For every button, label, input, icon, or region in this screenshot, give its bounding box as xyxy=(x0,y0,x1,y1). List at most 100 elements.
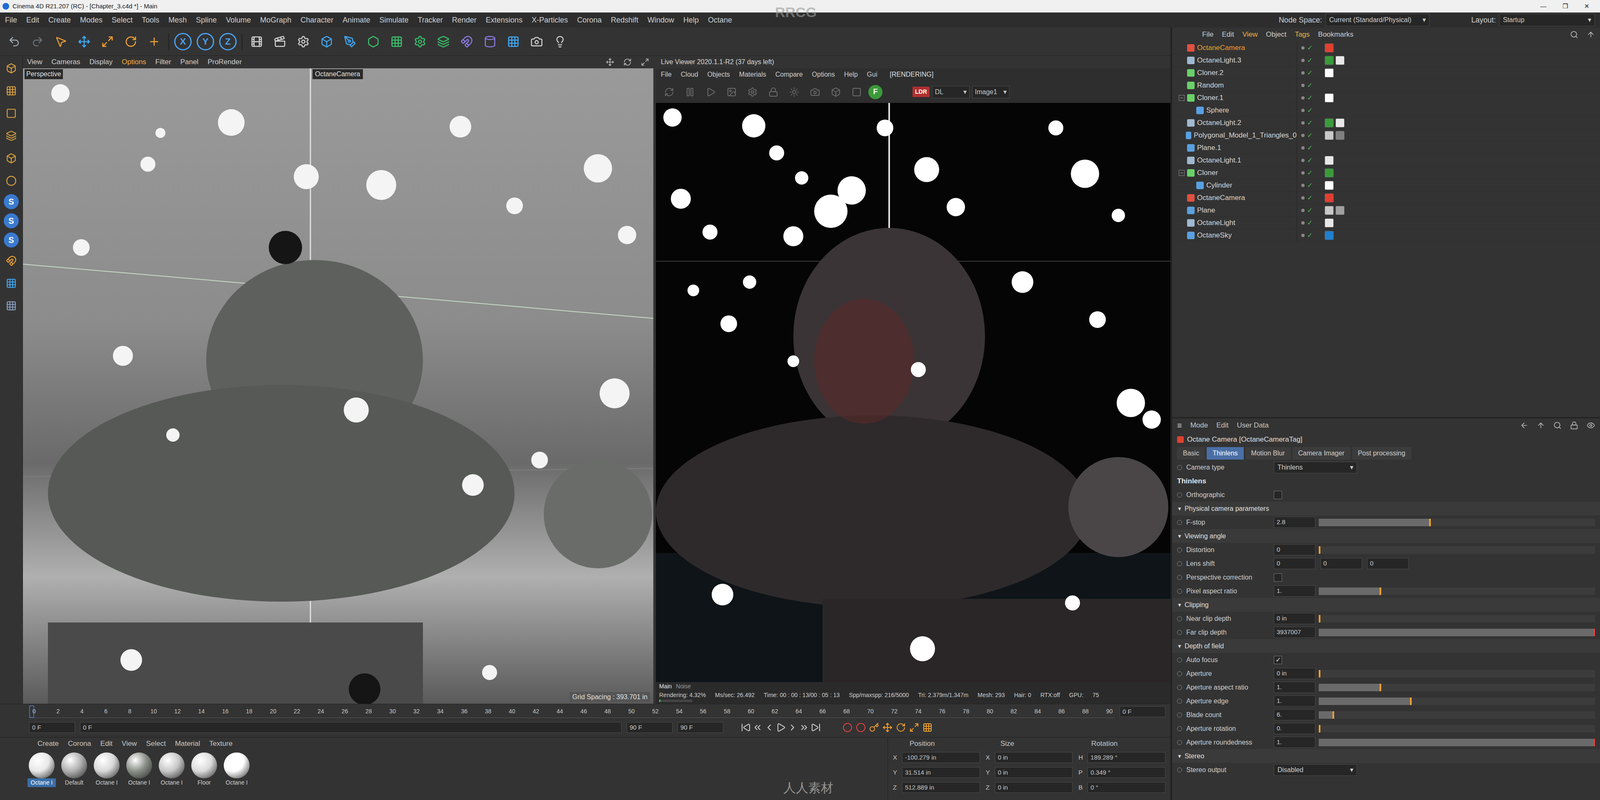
editor-visibility-dot[interactable] xyxy=(1301,83,1305,88)
render-button[interactable] xyxy=(826,82,845,102)
menu-item[interactable]: Tools xyxy=(141,14,160,26)
render-button[interactable] xyxy=(722,82,741,102)
tool-button[interactable] xyxy=(504,32,523,51)
animate-dot[interactable] xyxy=(1177,698,1183,704)
material-menu-item[interactable]: Corona xyxy=(67,738,92,750)
animate-dot[interactable] xyxy=(1177,520,1183,525)
live-viewer-menu-item[interactable]: Cloud xyxy=(680,69,699,80)
object-row[interactable]: Polygonal_Model_1_Triangles_0✓ xyxy=(1172,129,1600,142)
object-name[interactable]: Random xyxy=(1197,80,1224,91)
expander[interactable] xyxy=(1178,170,1185,176)
object-name[interactable]: Cloner.1 xyxy=(1197,92,1224,104)
tag-icon[interactable] xyxy=(1324,218,1334,228)
attribute-checkbox[interactable] xyxy=(1273,490,1283,500)
animate-dot[interactable] xyxy=(1177,657,1183,663)
object-menu-item[interactable]: View xyxy=(1242,29,1258,40)
attribute-field[interactable]: 0 xyxy=(1320,557,1363,570)
animate-dot[interactable] xyxy=(1177,575,1183,580)
editor-visibility-dot[interactable] xyxy=(1301,96,1305,100)
pan-icon[interactable] xyxy=(605,57,615,67)
key-icon[interactable] xyxy=(895,722,906,733)
menu-item[interactable]: X-Particles xyxy=(531,14,568,26)
key-icon[interactable] xyxy=(882,722,893,733)
tag-icon[interactable] xyxy=(1335,55,1345,65)
tag-icon[interactable] xyxy=(1324,230,1334,240)
search-icon[interactable] xyxy=(1570,30,1579,39)
tool-button[interactable] xyxy=(317,32,336,51)
editor-visibility-dot[interactable] xyxy=(1301,108,1305,113)
object-row[interactable]: Cloner.2✓ xyxy=(1172,66,1600,80)
attribute-field[interactable]: 0 in xyxy=(1273,667,1316,680)
attribute-slider[interactable] xyxy=(1318,683,1595,692)
object-name[interactable]: Plane.1 xyxy=(1197,142,1222,154)
tool-button[interactable] xyxy=(98,32,117,51)
attribute-checkbox[interactable]: ✓ xyxy=(1273,655,1283,665)
animate-dot[interactable] xyxy=(1177,740,1183,745)
animate-dot[interactable] xyxy=(1177,712,1183,718)
material-menu-item[interactable]: View xyxy=(121,738,138,750)
ldr-badge[interactable]: LDR xyxy=(912,86,930,98)
material-menu-item[interactable]: Create xyxy=(37,738,59,750)
object-menu-item[interactable]: Tags xyxy=(1294,29,1310,40)
tool-button[interactable] xyxy=(51,32,70,51)
tag-icon[interactable] xyxy=(1335,118,1345,128)
viewport-menu-item[interactable]: Cameras xyxy=(51,56,81,68)
attribute-tab[interactable]: Thinlens xyxy=(1206,447,1244,460)
material-swatch[interactable]: Octane I xyxy=(222,752,251,800)
editor-visibility-dot[interactable] xyxy=(1301,183,1305,188)
tool-button[interactable] xyxy=(434,32,453,51)
tool-button[interactable] xyxy=(457,32,476,51)
playback-icon[interactable] xyxy=(810,722,821,733)
object-row[interactable]: OctaneCamera✓ xyxy=(1172,41,1600,55)
attribute-slider[interactable] xyxy=(1318,738,1595,747)
key-icon[interactable] xyxy=(842,722,853,733)
enabled-check[interactable]: ✓ xyxy=(1307,67,1313,78)
menu-item[interactable]: Character xyxy=(300,14,334,26)
tool-button[interactable] xyxy=(5,32,24,51)
viewport-menu-item[interactable]: View xyxy=(27,56,43,68)
lock-icon[interactable] xyxy=(1570,421,1579,430)
back-icon[interactable] xyxy=(1520,421,1529,430)
tag-icon[interactable] xyxy=(1324,130,1334,140)
grid-button[interactable] xyxy=(2,274,21,293)
object-row[interactable]: Random✓ xyxy=(1172,79,1600,92)
live-viewer-menu-item[interactable]: Compare xyxy=(775,69,803,80)
node-space-dropdown[interactable]: Current (Standard/Physical)▾ xyxy=(1325,13,1430,27)
render-button[interactable] xyxy=(701,82,720,102)
object-name[interactable]: Cloner xyxy=(1197,167,1218,179)
attribute-field[interactable]: 6. xyxy=(1273,709,1316,721)
editor-visibility-dot[interactable] xyxy=(1301,146,1305,150)
editor-visibility-dot[interactable] xyxy=(1301,58,1305,63)
object-row[interactable]: Cylinder✓ xyxy=(1172,179,1600,192)
tool-button[interactable] xyxy=(75,32,94,51)
tool-button[interactable] xyxy=(550,32,570,51)
coordinate-field[interactable]: 0.349 ° xyxy=(1087,767,1166,779)
tool-button[interactable] xyxy=(340,32,360,51)
tool-button[interactable] xyxy=(480,32,500,51)
playback-icon[interactable] xyxy=(775,722,786,733)
editor-visibility-dot[interactable] xyxy=(1301,158,1305,163)
enabled-check[interactable]: ✓ xyxy=(1307,217,1313,228)
menu-item[interactable]: Volume xyxy=(225,14,251,26)
snap-button[interactable]: S xyxy=(3,194,19,210)
viewport-menu-item[interactable]: Options xyxy=(121,56,147,68)
tool-button[interactable] xyxy=(410,32,430,51)
tag-icon[interactable] xyxy=(1324,93,1334,103)
tool-button[interactable] xyxy=(270,32,290,51)
attribute-field[interactable]: 1. xyxy=(1273,681,1316,693)
max-frame-field[interactable]: 90 F xyxy=(677,722,724,734)
object-name[interactable]: OctaneLight.1 xyxy=(1197,155,1242,166)
coordinate-field[interactable]: -100.279 in xyxy=(902,752,980,764)
up-icon[interactable] xyxy=(1536,421,1545,430)
viewport-menu-item[interactable]: Display xyxy=(89,56,113,68)
render-pass-tab[interactable]: Noise xyxy=(675,682,691,691)
coordinate-field[interactable]: 0 in xyxy=(995,782,1073,794)
viewport-menu-item[interactable]: Filter xyxy=(155,56,172,68)
editor-visibility-dot[interactable] xyxy=(1301,46,1305,50)
material-swatch[interactable]: Octane I xyxy=(92,752,121,800)
animate-dot[interactable] xyxy=(1177,685,1183,690)
timeline-ruler[interactable]: 0246810121416182022242628303234363840424… xyxy=(29,705,1115,718)
orbit-icon[interactable] xyxy=(623,57,632,67)
material-swatch[interactable]: Octane I xyxy=(157,752,186,800)
enabled-check[interactable]: ✓ xyxy=(1307,117,1313,128)
